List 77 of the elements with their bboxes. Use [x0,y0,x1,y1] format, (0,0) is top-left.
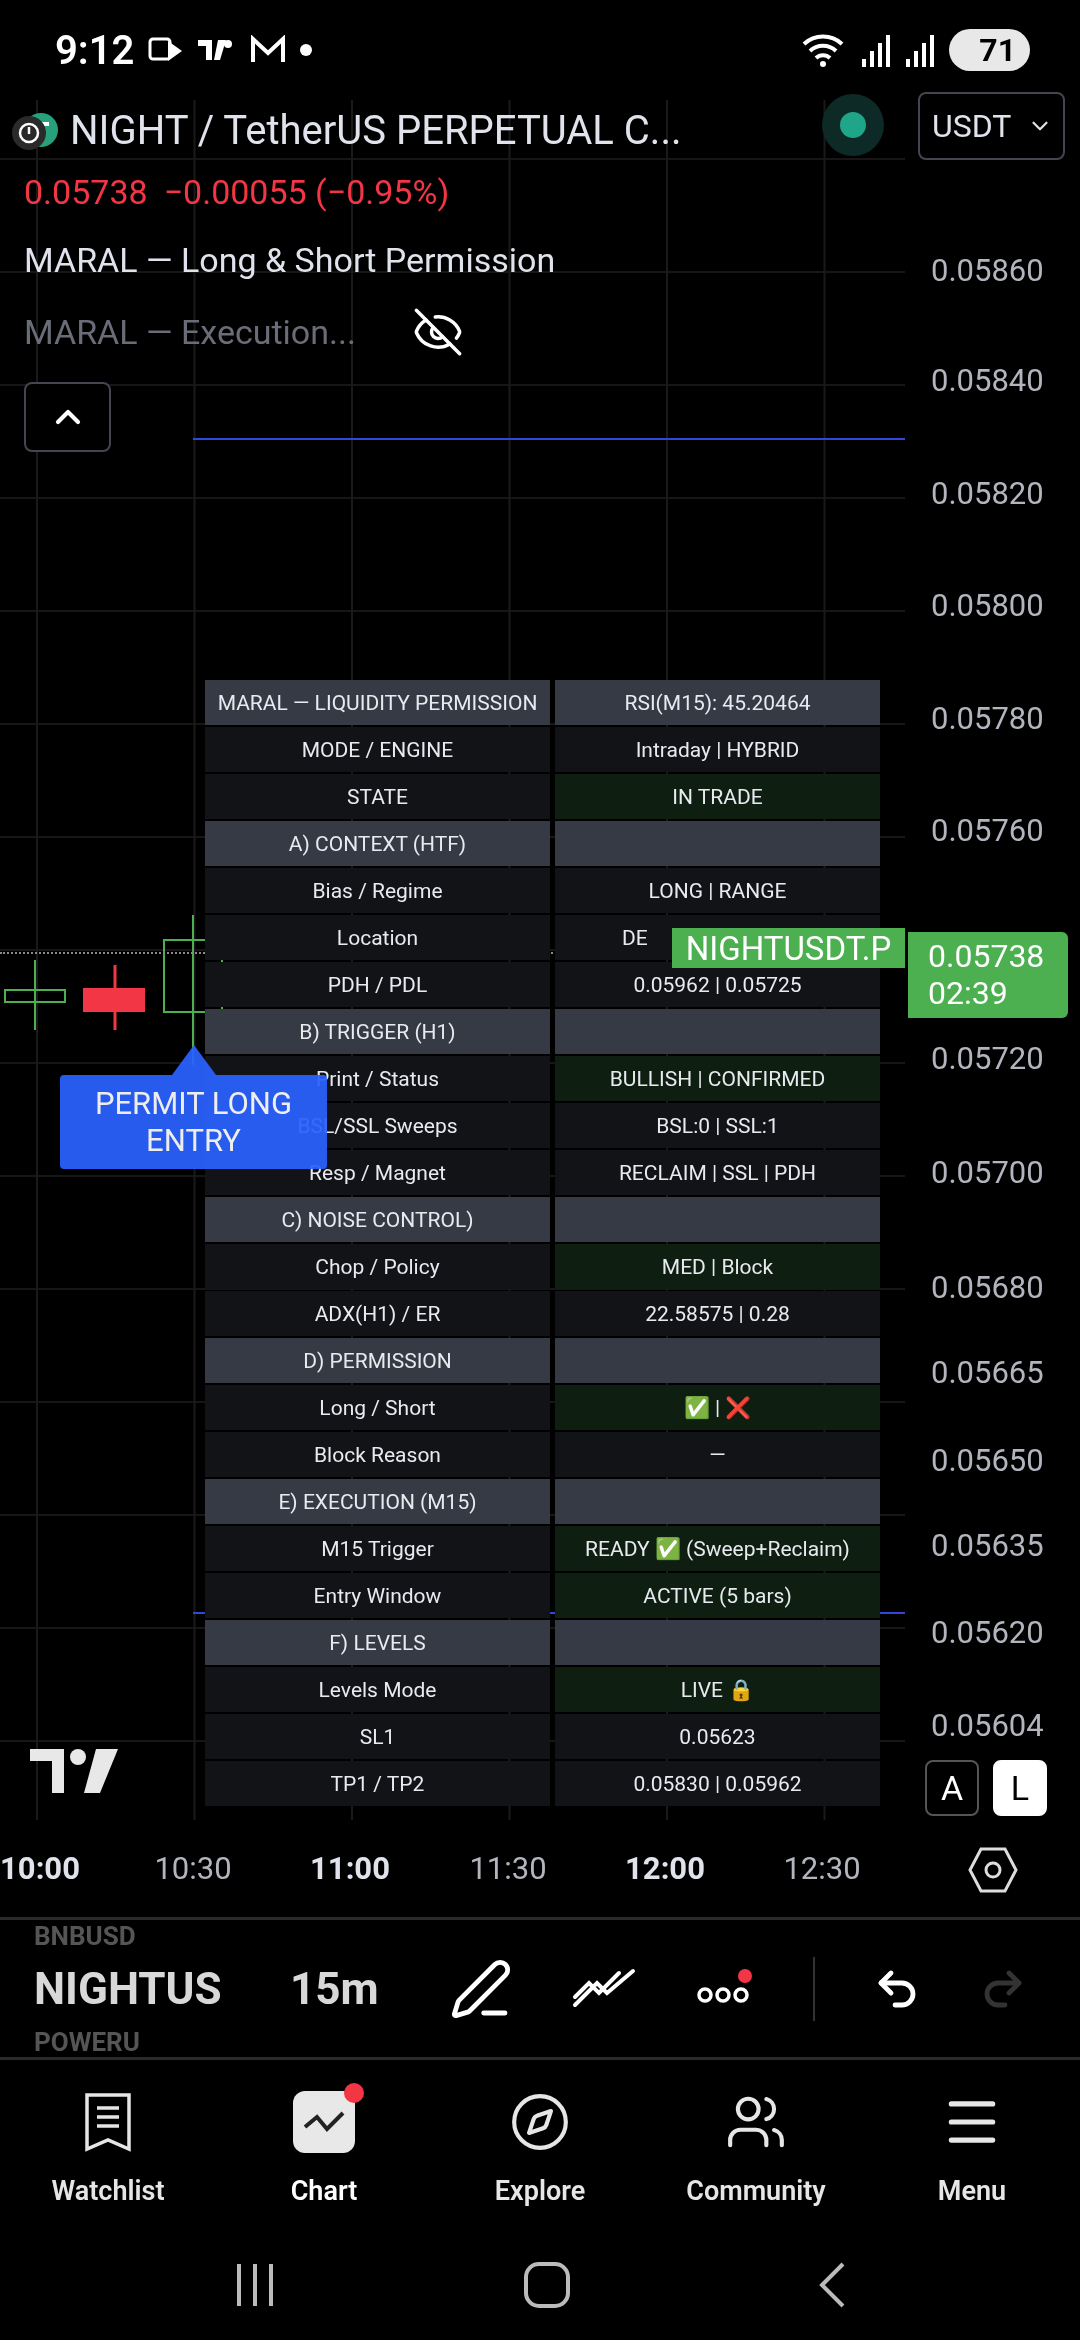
price-axis-label: 0.05860 [931,252,1044,289]
section-header: D) PERMISSION [205,1338,550,1383]
time-axis-label: 10:00 [0,1850,80,1887]
price-axis-label: 0.05780 [931,700,1044,737]
time-axis-label: 10:30 [154,1850,232,1887]
time-axis-label: 12:30 [783,1850,861,1887]
time-axis-label: 11:30 [469,1850,547,1887]
row-value: RSI(M15): 45.20464 [555,680,880,725]
price-axis-label: 0.05650 [931,1442,1044,1479]
section-header: MARAL — LIQUIDITY PERMISSION [205,680,550,725]
row-label: Location [205,915,550,960]
section-header: A) CONTEXT (HTF) [205,821,550,866]
row-label: SL1 [205,1714,550,1759]
nav-tab[interactable]: Explore [432,2082,648,2208]
price-axis-label: 0.05620 [931,1614,1044,1651]
section-header: E) EXECUTION (M15) [205,1479,550,1524]
price-axis-label: 0.05665 [931,1354,1044,1391]
current-price-tag: 0.05738 02:39 [908,932,1068,1018]
indicator-name[interactable]: MARAL — Long & Short Permission [24,240,556,280]
price-axis-label: 0.05635 [931,1527,1044,1564]
status-time: 9:12 [55,26,135,74]
last-price: 0.05738 [24,172,148,212]
row-value: IN TRADE [555,774,880,819]
row-value: ACTIVE (5 bars) [555,1573,880,1618]
symbol-price-tag: NIGHTUSDT.P [672,928,905,968]
row-label: TP1 / TP2 [205,1761,550,1806]
row-value: BULLISH | CONFIRMED [555,1056,880,1101]
row-value: 0.05962 | 0.05725 [555,962,880,1007]
row-label: Chop / Policy [205,1244,550,1289]
nav-tab[interactable]: Watchlist [0,2082,216,2208]
nav-tab[interactable]: Community [648,2082,864,2208]
time-axis-label: 11:00 [310,1850,390,1887]
currency-dropdown[interactable]: USDT [918,92,1065,160]
symbol-title[interactable]: NIGHT / TetherUS PERPETUAL C... [70,106,682,154]
row-label: Long / Short [205,1385,550,1430]
row-value: BSL:0 | SSL:1 [555,1103,880,1148]
time-axis-label: 12:00 [625,1850,705,1887]
price-axis-label: 0.05820 [931,475,1044,512]
price-axis-label: 0.05720 [931,1040,1044,1077]
section-header: B) TRIGGER (H1) [205,1009,550,1054]
scale-button[interactable]: L [993,1760,1047,1816]
row-label: Levels Mode [205,1667,550,1712]
row-value: Intraday | HYBRID [555,727,880,772]
row-label: M15 Trigger [205,1526,550,1571]
section-header: C) NOISE CONTROL) [205,1197,550,1242]
price-axis-label: 0.05680 [931,1269,1044,1306]
price-axis-label: 0.05800 [931,587,1044,624]
row-value: 0.05830 | 0.05962 [555,1761,880,1806]
price-axis-label: 0.05700 [931,1154,1044,1191]
row-value: 22.58575 | 0.28 [555,1291,880,1336]
row-label: STATE [205,774,550,819]
row-value: READY ✅ (Sweep+Reclaim) [555,1526,880,1571]
section-header: F) LEVELS [205,1620,550,1665]
row-label: ADX(H1) / ER [205,1291,550,1336]
symbol-selector[interactable]: NIGHTUS [34,1962,234,2015]
row-value: LONG | RANGE [555,868,880,913]
interval-button[interactable]: 15m [284,1961,385,2016]
nav-tab[interactable]: Menu [864,2082,1080,2208]
battery-level: 71 [949,29,1030,71]
row-value: RECLAIM | SSL | PDH [555,1150,880,1195]
row-value: — [555,1432,880,1477]
price-axis-label: 0.05840 [931,362,1044,399]
nav-tab[interactable]: Chart [216,2082,432,2208]
row-value: 0.05623 [555,1714,880,1759]
scale-button[interactable]: A [925,1760,979,1816]
row-value: ✅ | ❌ [555,1385,880,1430]
price-axis-label: 0.05604 [931,1707,1044,1744]
row-label: Block Reason [205,1432,550,1477]
row-label: Entry Window [205,1573,550,1618]
row-value: LIVE 🔒 [555,1667,880,1712]
price-axis-label: 0.05760 [931,812,1044,849]
row-value: MED | Block [555,1244,880,1289]
indicator-name[interactable]: MARAL — Execution... [24,312,356,352]
row-label: MODE / ENGINE [205,727,550,772]
price-change: −0.00055 (−0.95%) [163,172,450,212]
row-label: Bias / Regime [205,868,550,913]
row-label: PDH / PDL [205,962,550,1007]
